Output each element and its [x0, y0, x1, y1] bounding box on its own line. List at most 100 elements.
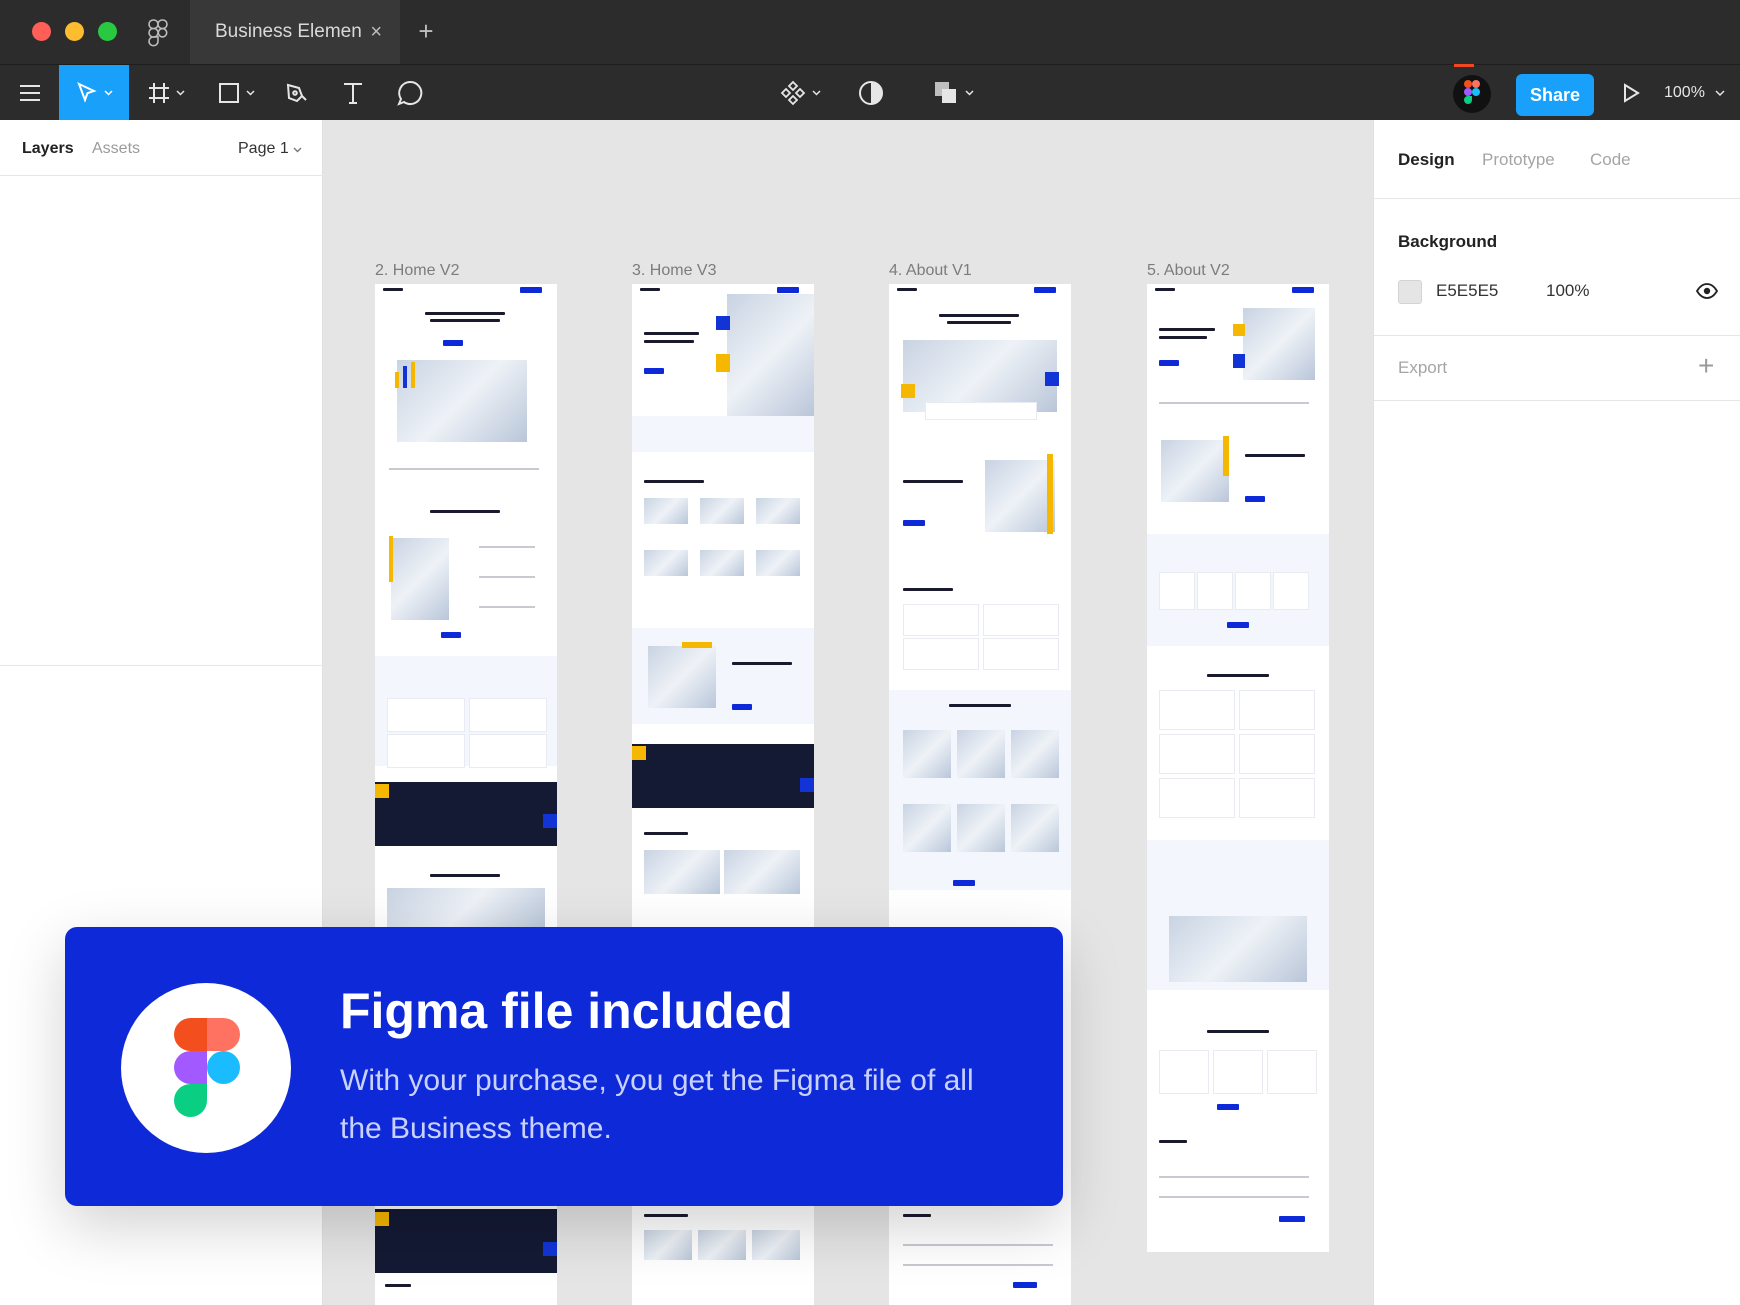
frame-card	[1239, 734, 1315, 774]
background-opacity-input[interactable]: 100%	[1546, 281, 1589, 301]
frame-image	[391, 538, 449, 620]
close-tab-icon[interactable]: ×	[370, 0, 382, 64]
frame-card	[1197, 572, 1233, 610]
comment-icon	[397, 80, 423, 106]
banner-description: With your purchase, you get the Figma fi…	[340, 1064, 974, 1145]
background-swatch[interactable]	[1398, 280, 1422, 304]
close-window-button[interactable]	[32, 22, 51, 41]
frame-image	[700, 498, 744, 524]
frame-image	[644, 498, 688, 524]
figma-logo-icon	[174, 1018, 240, 1122]
text-tool-button[interactable]	[336, 65, 370, 121]
tab-design[interactable]: Design	[1398, 150, 1455, 170]
frame-footer-links	[1159, 1196, 1309, 1198]
main-menu-icon[interactable]	[10, 65, 50, 121]
frame-logos	[632, 416, 814, 452]
frame-cta	[732, 704, 752, 710]
frame-cta-section	[375, 1209, 557, 1273]
frame-cta	[1217, 1104, 1239, 1110]
frame-cta	[1279, 1216, 1305, 1222]
mask-tool-button[interactable]	[856, 65, 886, 121]
frame-card	[1239, 690, 1315, 730]
frame-heading	[425, 312, 505, 315]
frame-card	[1273, 572, 1309, 610]
tab-code[interactable]: Code	[1590, 150, 1631, 170]
eye-icon[interactable]	[1695, 283, 1719, 304]
contrast-icon	[858, 80, 884, 106]
frame-icon	[148, 82, 170, 104]
cursor-icon	[76, 82, 98, 104]
banner-title: Figma file included	[340, 983, 793, 1039]
frame-accent	[543, 814, 557, 828]
boolean-tool-button[interactable]	[930, 65, 976, 121]
frame-image	[644, 850, 720, 894]
frame-heading	[430, 874, 500, 877]
add-export-button[interactable]: +	[1698, 350, 1714, 382]
file-tab[interactable]: Business Elemen ×	[190, 0, 400, 64]
frame-avatar	[957, 804, 1005, 852]
frame-nav-button	[777, 287, 799, 293]
pen-tool-button[interactable]	[280, 65, 314, 121]
frame-heading	[1207, 674, 1269, 677]
export-heading: Export	[1398, 358, 1448, 377]
frame-label[interactable]: 2. Home V2	[375, 262, 459, 280]
frame-card	[1213, 1050, 1263, 1094]
move-tool-button[interactable]	[59, 65, 129, 121]
minimize-window-button[interactable]	[65, 22, 84, 41]
page-selector[interactable]: Page 1	[238, 140, 302, 158]
share-button[interactable]: Share	[1516, 74, 1594, 116]
figma-logo-icon	[1464, 79, 1480, 109]
frame-card	[903, 604, 979, 636]
tab-layers[interactable]: Layers	[22, 140, 74, 158]
user-avatar[interactable]	[1453, 75, 1491, 113]
promo-banner: Figma file included With your purchase, …	[65, 927, 1063, 1206]
frame-heading	[1159, 336, 1207, 339]
frame-card	[469, 734, 547, 768]
frame-label[interactable]: 3. Home V3	[632, 262, 716, 280]
frame-card	[983, 638, 1059, 670]
frame-heading	[644, 1214, 688, 1217]
frame-image	[644, 1230, 692, 1260]
frame-label[interactable]: 5. About V2	[1147, 262, 1230, 280]
frame-label[interactable]: 4. About V1	[889, 262, 972, 280]
figma-menu-icon[interactable]	[148, 19, 168, 52]
frame-team-section	[889, 690, 1071, 890]
file-tab-title: Business Elemen	[215, 21, 362, 42]
frame-cta-section	[632, 744, 814, 808]
frame-chart-bar	[395, 372, 399, 388]
frame-heading	[430, 510, 500, 513]
frame-tool-button[interactable]	[143, 65, 189, 121]
frame-card	[387, 698, 465, 732]
frame-image	[700, 550, 744, 576]
frame-accent	[1233, 324, 1245, 336]
frame-about-v2[interactable]	[1147, 284, 1329, 1252]
frame-heading	[903, 588, 953, 591]
frame-heading	[644, 332, 699, 335]
frame-text	[479, 546, 535, 548]
components-icon	[780, 80, 806, 106]
right-panel: Design Prototype Code Background E5E5E5 …	[1373, 120, 1740, 1305]
frame-card	[387, 734, 465, 768]
new-tab-button[interactable]: +	[412, 16, 440, 46]
frame-nav	[897, 288, 917, 291]
zoom-dropdown[interactable]: 100%	[1664, 65, 1725, 121]
present-button[interactable]	[1616, 65, 1646, 121]
boolean-icon	[933, 80, 959, 106]
frame-heading	[903, 480, 963, 483]
page-selector-label: Page 1	[238, 140, 289, 157]
tab-prototype[interactable]: Prototype	[1482, 150, 1555, 170]
frame-cta	[443, 340, 463, 346]
frame-avatar	[1011, 804, 1059, 852]
pen-icon	[285, 81, 309, 105]
background-hex-input[interactable]: E5E5E5	[1436, 281, 1498, 301]
tab-assets[interactable]: Assets	[92, 140, 140, 158]
frame-accent	[716, 316, 730, 330]
frame-footer-links	[1159, 1176, 1309, 1178]
maximize-window-button[interactable]	[98, 22, 117, 41]
components-tool-button[interactable]	[776, 65, 824, 121]
frame-card	[1159, 690, 1235, 730]
frame-heading	[1207, 1030, 1269, 1033]
frame-cta	[953, 880, 975, 886]
comment-tool-button[interactable]	[393, 65, 427, 121]
shape-tool-button[interactable]	[213, 65, 259, 121]
